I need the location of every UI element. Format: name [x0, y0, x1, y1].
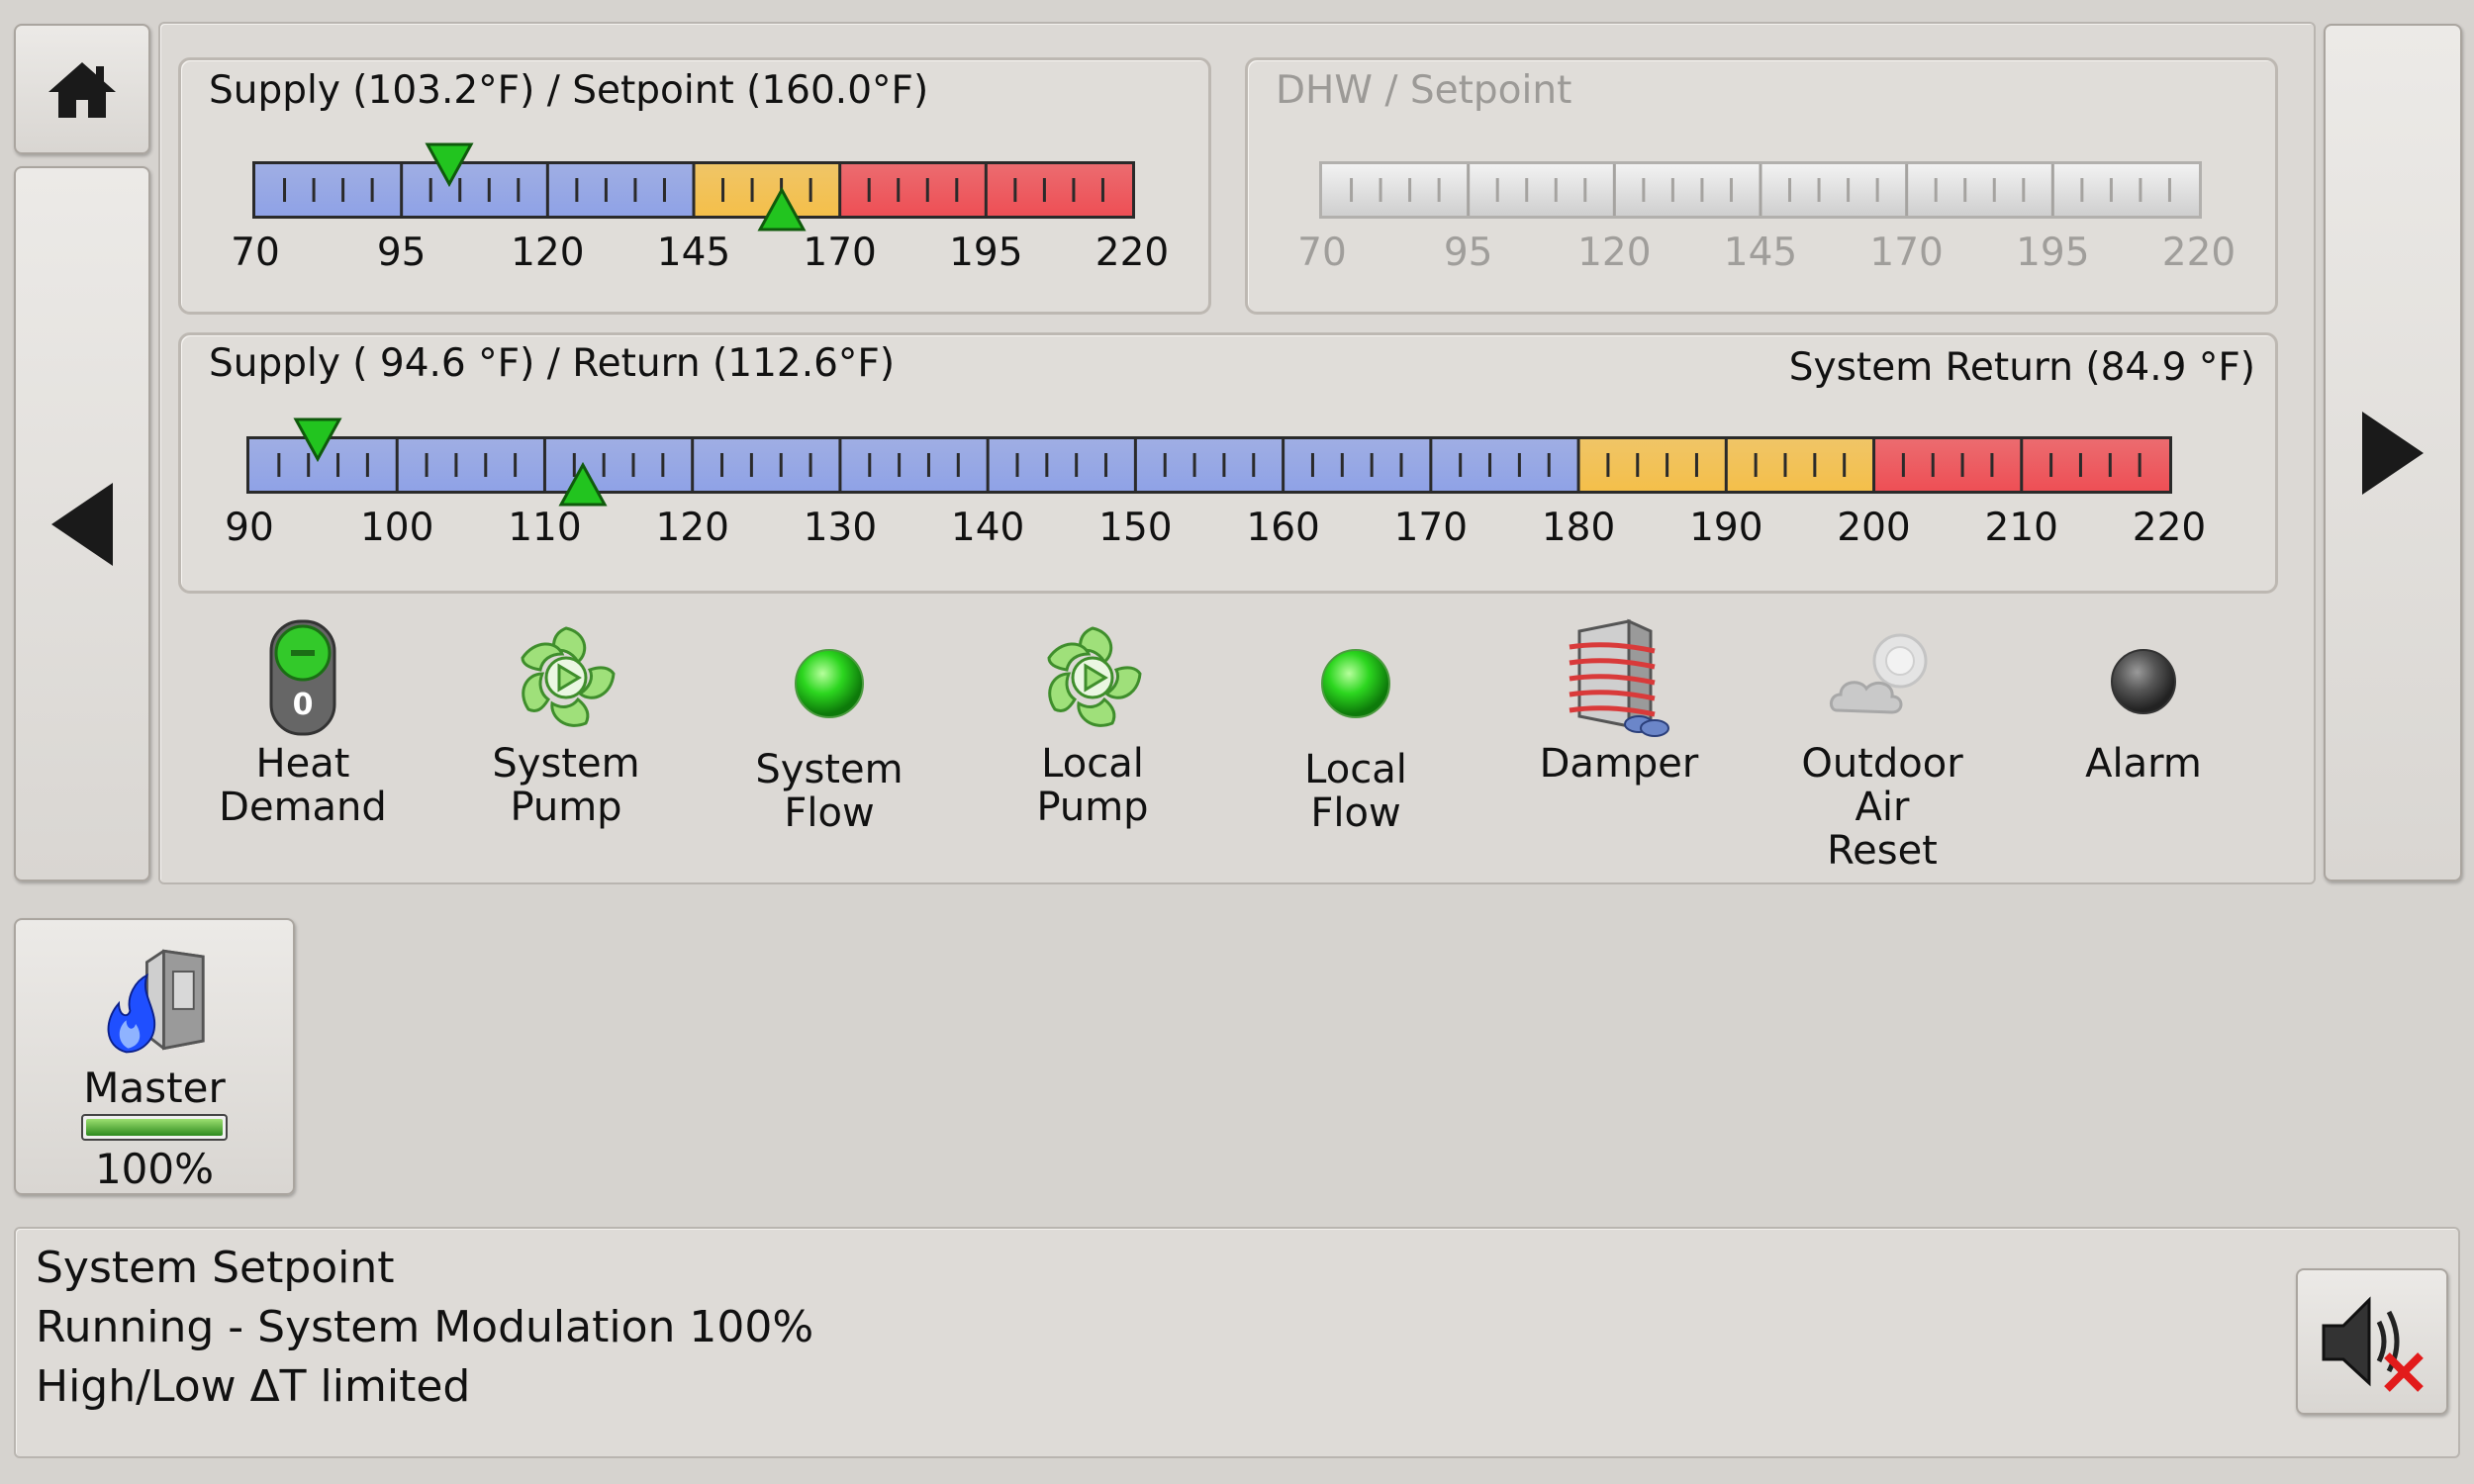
scale-ticks: [1350, 164, 2171, 216]
modulation-percent: 100%: [94, 1145, 215, 1193]
triangle-right-icon: [2362, 411, 2424, 495]
scale-label: 160: [1246, 506, 1320, 550]
scale-label: 110: [508, 506, 582, 550]
previous-page-button[interactable]: [14, 166, 150, 881]
scale-label: 220: [1094, 231, 1170, 275]
return-marker-icon: [558, 462, 608, 507]
master-label: Master: [83, 1063, 226, 1112]
gauge-title: DHW / Setpoint: [1276, 68, 1572, 113]
supply-marker-icon: [425, 142, 474, 187]
scale-label: 195: [2016, 231, 2090, 275]
scale-label: 95: [1443, 231, 1493, 275]
alarm-status[interactable]: Alarm: [2045, 613, 2242, 786]
system-pump-status[interactable]: System Pump: [467, 613, 665, 829]
supply-return-gauge[interactable]: Supply ( 94.6 °F) / Return (112.6°F) Sys…: [178, 332, 2278, 594]
svg-text:0: 0: [293, 688, 314, 722]
setpoint-marker-icon: [757, 187, 807, 232]
scale-label: 140: [950, 506, 1025, 550]
gauge-title: Supply ( 94.6 °F) / Return (112.6°F): [209, 341, 896, 386]
home-button[interactable]: [14, 24, 150, 154]
toggle-switch-icon: 0: [269, 619, 336, 736]
scale-label: 210: [1984, 506, 2058, 550]
scale-label: 220: [2132, 506, 2207, 550]
next-page-button[interactable]: [2324, 24, 2462, 881]
status-label: Local Flow: [1304, 747, 1407, 836]
scale-label: 200: [1837, 506, 1911, 550]
scale-label: 120: [511, 231, 585, 275]
scale-ticks: [283, 164, 1104, 216]
status-label: System Pump: [492, 741, 640, 830]
scale-label: 170: [803, 231, 877, 275]
temperature-scale-bar: [246, 436, 2172, 494]
supply-marker-icon: [293, 417, 342, 462]
modulation-bar: [81, 1113, 228, 1141]
local-pump-status[interactable]: Local Pump: [994, 613, 1191, 829]
outdoor-air-icon: [1830, 633, 1928, 714]
status-label: Local Pump: [1036, 741, 1149, 830]
alarm-light-icon: [2111, 649, 2176, 714]
status-label: System Flow: [755, 747, 904, 836]
scale-label: 150: [1098, 506, 1173, 550]
gauge-title: Supply (103.2°F) / Setpoint (160.0°F): [209, 68, 929, 113]
damper-status[interactable]: Damper: [1520, 613, 1718, 786]
dhw-setpoint-gauge[interactable]: DHW / Setpoint 70 95 120 145 170 195 220: [1245, 57, 2278, 315]
scale-label: 220: [2161, 231, 2236, 275]
status-line-1: System Setpoint: [36, 1243, 395, 1293]
scale-label: 190: [1689, 506, 1763, 550]
system-flow-status[interactable]: System Flow: [730, 619, 928, 835]
scale-label: 100: [359, 506, 434, 550]
modulation-bar-fill: [86, 1118, 223, 1136]
status-label: Damper: [1539, 741, 1699, 787]
pump-icon: [1047, 626, 1142, 727]
status-label: Outdoor Air Reset: [1801, 741, 1963, 874]
damper-icon: [1569, 618, 1669, 737]
scale-label: 170: [1869, 231, 1944, 275]
home-icon: [48, 62, 116, 118]
status-label: Alarm: [2085, 741, 2202, 787]
temperature-scale-bar: [1319, 161, 2202, 219]
scale-label: 130: [803, 506, 878, 550]
system-return-label: System Return (84.9 °F): [1788, 345, 2255, 390]
mute-alarm-button[interactable]: [2296, 1268, 2448, 1415]
scale-label: 170: [1393, 506, 1469, 550]
scale-label: 180: [1541, 506, 1616, 550]
scale-label: 145: [1723, 231, 1798, 275]
pump-icon: [521, 626, 616, 727]
status-line-2: Running - System Modulation 100%: [36, 1302, 814, 1352]
supply-setpoint-gauge[interactable]: Supply (103.2°F) / Setpoint (160.0°F) 70…: [178, 57, 1211, 315]
speaker-muted-icon: [2322, 1296, 2424, 1392]
scale-label: 95: [376, 231, 427, 275]
green-light-icon: [1321, 649, 1390, 718]
scale-label: 120: [1577, 231, 1652, 275]
scale-label: 195: [949, 231, 1023, 275]
scale-label: 70: [1297, 231, 1347, 275]
scale-label: 70: [231, 231, 280, 275]
scale-label: 90: [225, 506, 274, 550]
master-boiler-button[interactable]: Master 100%: [14, 918, 295, 1195]
boiler-flame-icon: [107, 949, 205, 1054]
heat-demand-status[interactable]: 0 Heat Demand: [204, 613, 402, 829]
status-message-panel: System Setpoint Running - System Modulat…: [14, 1227, 2460, 1458]
local-flow-status[interactable]: Local Flow: [1257, 619, 1455, 835]
scale-ticks: [277, 439, 2141, 491]
status-line-3: High/Low ΔT limited: [36, 1361, 471, 1412]
green-light-icon: [795, 649, 864, 718]
scale-label: 145: [656, 231, 731, 275]
scale-label: 120: [655, 506, 729, 550]
triangle-left-icon: [51, 482, 113, 566]
temperature-scale-bar: [252, 161, 1135, 219]
status-label: Heat Demand: [219, 741, 387, 830]
outdoor-air-reset-status[interactable]: Outdoor Air Reset: [1783, 613, 1981, 873]
